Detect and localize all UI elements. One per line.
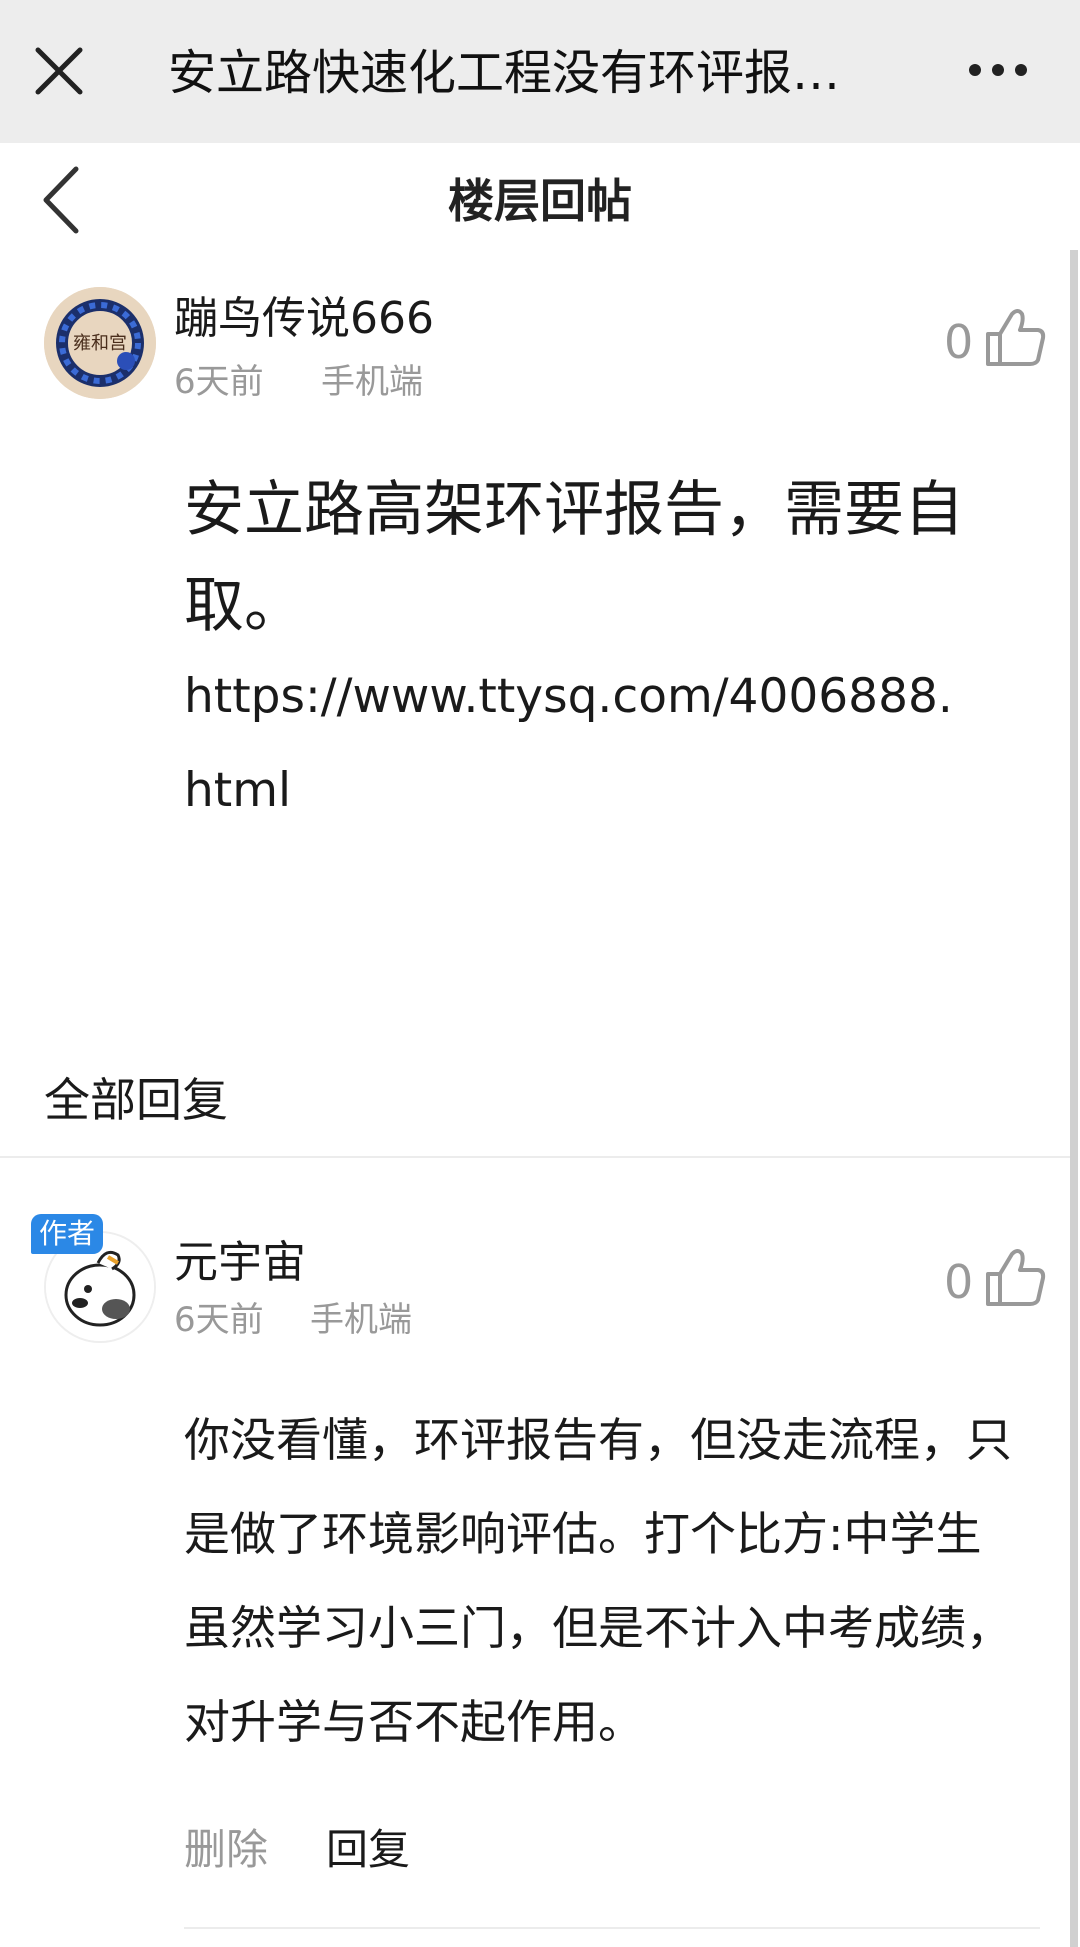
like-count: 0 [944, 315, 974, 369]
avatar-label: 雍和宫 [73, 333, 127, 354]
post-time: 6天前 [174, 362, 264, 402]
post-source: 手机端 [321, 362, 423, 402]
reply-source: 手机端 [310, 1300, 412, 1340]
more-icon[interactable] [963, 40, 1033, 100]
scrollbar[interactable] [1070, 250, 1078, 1947]
username[interactable]: 蹦鸟传说666 [174, 291, 434, 347]
window-title: 安立路快速化工程没有环评报… [168, 45, 841, 101]
username[interactable]: 元宇宙 [174, 1235, 306, 1291]
thumbs-up-icon [986, 1249, 1046, 1306]
reply-content: 你没看懂，环评报告有，但没走流程，只是做了环境影响评估。打个比方:中学生虽然学习… [184, 1413, 1012, 1749]
divider [184, 1927, 1040, 1929]
post-link[interactable]: https://www.ttysq.com/4006888.html [184, 650, 974, 838]
post-content: 安立路高架环评报告，需要自取。 [184, 475, 964, 641]
like-button[interactable]: 0 [944, 1246, 1054, 1316]
page-title: 楼层回帖 [448, 174, 632, 228]
author-badge: 作者 [31, 1214, 103, 1254]
delete-button[interactable]: 删除 [184, 1822, 268, 1878]
like-button[interactable]: 0 [944, 306, 1054, 376]
thumbs-up-icon [986, 309, 1046, 366]
divider [0, 1156, 1070, 1158]
avatar[interactable]: 雍和宫 [44, 287, 156, 399]
section-title: 全部回复 [44, 1073, 228, 1127]
like-count: 0 [944, 1255, 974, 1309]
reply-button[interactable]: 回复 [326, 1822, 410, 1878]
sub-header: 楼层回帖 [0, 143, 1080, 256]
top-bar: 安立路快速化工程没有环评报… [0, 0, 1080, 143]
close-icon[interactable] [30, 36, 90, 106]
reply-time: 6天前 [174, 1300, 264, 1340]
